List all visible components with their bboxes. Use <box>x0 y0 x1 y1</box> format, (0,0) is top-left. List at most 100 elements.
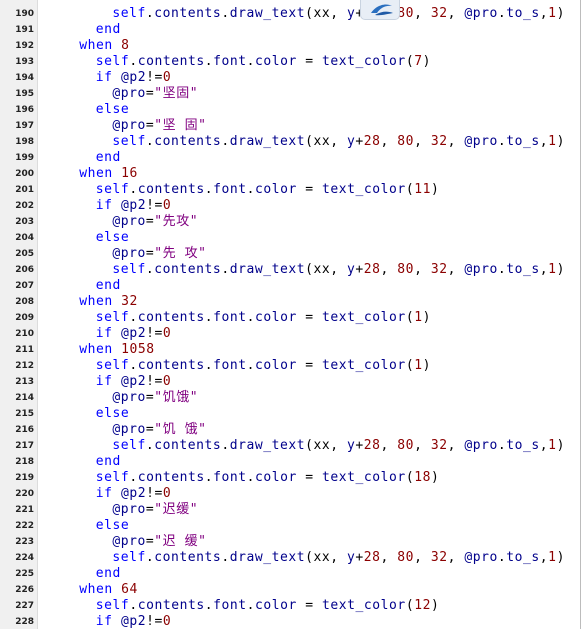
operator-token <box>113 198 121 213</box>
code-line[interactable]: 199 end <box>0 150 580 166</box>
code-line[interactable]: 210 if @p2!=0 <box>0 326 580 342</box>
code-editor[interactable]: 190 self.contents.draw_text(xx, y+28, 80,… <box>0 0 581 629</box>
identifier-token: text_color <box>322 310 406 325</box>
keyword-token: if <box>95 486 113 501</box>
code-line[interactable]: 206 self.contents.draw_text(xx, y+28, 80,… <box>0 262 580 278</box>
code-line[interactable]: 227 self.contents.font.color = text_color… <box>0 598 580 614</box>
code-line[interactable]: 220 if @p2!=0 <box>0 486 580 502</box>
code-line[interactable]: 193 self.contents.font.color = text_color… <box>0 54 580 70</box>
code-line[interactable]: 196 else <box>0 102 580 118</box>
code-line[interactable]: 212 self.contents.font.color = text_color… <box>0 358 580 374</box>
operator-token: + <box>355 134 364 149</box>
code-text: end <box>46 454 121 470</box>
code-line[interactable]: 225 end <box>0 566 580 582</box>
code-line[interactable]: 200 when 16 <box>0 166 580 182</box>
operator-token: ) <box>430 598 440 613</box>
operator-token: , <box>447 550 465 565</box>
operator-token: . <box>129 598 138 613</box>
code-line[interactable]: 194 if @p2!=0 <box>0 70 580 86</box>
code-line[interactable]: 198 self.contents.draw_text(xx, y+28, 80,… <box>0 134 580 150</box>
identifier-token: draw_text <box>229 262 306 277</box>
code-line[interactable]: 197 @pro="坚 固" <box>0 118 580 134</box>
number-token: 64 <box>121 582 138 597</box>
identifier-token: color <box>255 358 297 373</box>
code-line[interactable]: 226 when 64 <box>0 582 580 598</box>
code-text: self.contents.draw_text(xx, y+28, 80, 32… <box>46 438 565 454</box>
instance-variable-token: @pro <box>112 214 146 229</box>
self-keyword-token: self <box>95 54 130 69</box>
line-number: 209 <box>15 313 34 323</box>
code-line[interactable]: 217 self.contents.draw_text(xx, y+28, 80,… <box>0 438 580 454</box>
code-line[interactable]: 190 self.contents.draw_text(xx, y+28, 80,… <box>0 6 580 22</box>
code-text: self.contents.draw_text(xx, y+28, 80, 32… <box>46 134 565 150</box>
code-line[interactable]: 202 if @p2!=0 <box>0 198 580 214</box>
identifier-token: font <box>213 54 247 69</box>
code-line[interactable]: 211 when 1058 <box>0 342 580 358</box>
code-text: @pro="饥饿" <box>46 390 198 406</box>
code-line[interactable]: 224 self.contents.draw_text(xx, y+28, 80,… <box>0 550 580 566</box>
code-line[interactable]: 204 else <box>0 230 580 246</box>
line-number: 223 <box>15 537 34 547</box>
keyword-token: end <box>95 22 121 37</box>
code-line[interactable]: 209 self.contents.font.color = text_color… <box>0 310 580 326</box>
operator-token: ( <box>405 470 415 485</box>
identifier-token: text_color <box>322 182 406 197</box>
code-line[interactable]: 214 @pro="饥饿" <box>0 390 580 406</box>
code-line[interactable]: 191 end <box>0 22 580 38</box>
operator-token: = <box>296 598 323 613</box>
operator-token: . <box>497 6 507 21</box>
operator-token: . <box>204 358 214 373</box>
code-line[interactable]: 208 when 32 <box>0 294 580 310</box>
line-number: 210 <box>15 329 34 339</box>
code-line[interactable]: 215 else <box>0 406 580 422</box>
identifier-token: font <box>213 310 247 325</box>
operator-token: = <box>296 182 323 197</box>
operator-token: , <box>539 262 549 277</box>
instance-variable-token: @p2 <box>120 374 147 389</box>
floating-swoosh-icon[interactable] <box>360 0 400 20</box>
swoosh-icon <box>371 4 393 16</box>
operator-token: . <box>221 6 230 21</box>
code-line[interactable]: 195 @pro="坚固" <box>0 86 580 102</box>
code-line[interactable]: 213 if @p2!=0 <box>0 374 580 390</box>
operator-token: + <box>355 262 364 277</box>
string-token: "迟缓" <box>154 502 199 517</box>
code-line[interactable]: 207 end <box>0 278 580 294</box>
number-token: 11 <box>414 182 431 197</box>
code-line[interactable]: 205 @pro="先 攻" <box>0 246 580 262</box>
code-line[interactable]: 216 @pro="饥 饿" <box>0 422 580 438</box>
operator-token: != <box>146 326 163 341</box>
number-token: 32 <box>430 262 448 277</box>
line-number: 193 <box>15 57 34 67</box>
code-line[interactable]: 218 end <box>0 454 580 470</box>
operator-token: . <box>497 134 507 149</box>
code-line[interactable]: 192 when 8 <box>0 38 580 54</box>
operator-token: , <box>447 262 465 277</box>
keyword-token: end <box>95 566 121 581</box>
identifier-token: contents <box>154 134 222 149</box>
code-line[interactable]: 228 if @p2!=0 <box>0 614 580 629</box>
code-line[interactable]: 222 else <box>0 518 580 534</box>
identifier-token: contents <box>137 54 205 69</box>
code-line[interactable]: 223 @pro="迟 缓" <box>0 534 580 550</box>
operator-token: = <box>296 310 323 325</box>
line-number: 205 <box>15 249 34 259</box>
code-line[interactable]: 203 @pro="先攻" <box>0 214 580 230</box>
operator-token: != <box>146 70 163 85</box>
code-text: self.contents.font.color = text_color(18… <box>46 470 439 486</box>
instance-variable-token: @pro <box>464 438 498 453</box>
code-text: self.contents.font.color = text_color(1) <box>46 310 431 326</box>
code-line[interactable]: 201 self.contents.font.color = text_color… <box>0 182 580 198</box>
keyword-token: when <box>79 38 113 53</box>
code-line[interactable]: 221 @pro="迟缓" <box>0 502 580 518</box>
number-token: 0 <box>162 614 172 629</box>
line-number: 211 <box>15 345 34 355</box>
identifier-token: color <box>255 470 297 485</box>
keyword-token: else <box>95 406 130 421</box>
code-line[interactable]: 219 self.contents.font.color = text_color… <box>0 470 580 486</box>
self-keyword-token: self <box>112 550 146 565</box>
number-token: 80 <box>397 438 415 453</box>
operator-token: , <box>447 438 465 453</box>
code-text: @pro="先攻" <box>46 214 198 230</box>
operator-token <box>113 486 121 501</box>
